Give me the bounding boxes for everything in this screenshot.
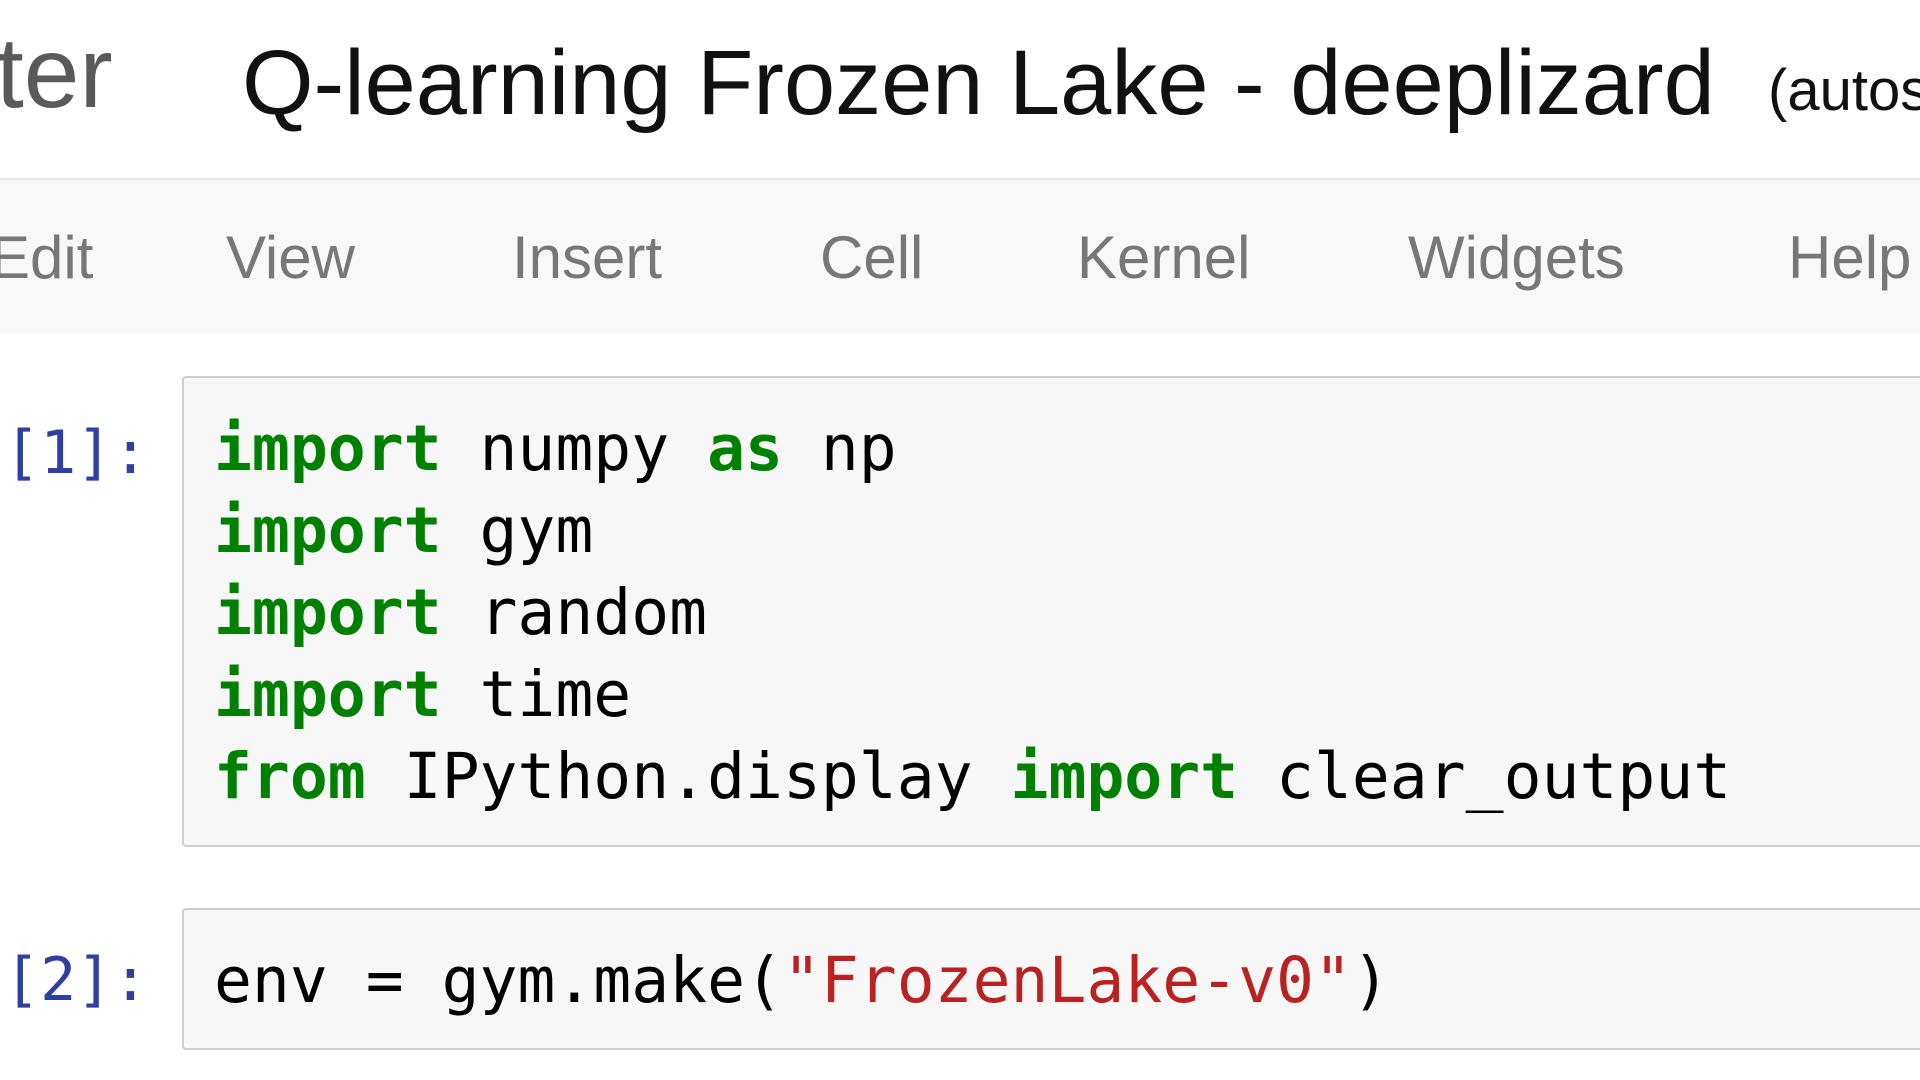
code-text: IPython.display (365, 740, 1011, 813)
notebook-container: [1]: import numpy as np import gym import … (0, 334, 1920, 1080)
code-editor[interactable]: import numpy as np import gym import rando… (214, 408, 1731, 818)
notebook-title[interactable]: Q-learning Frozen Lake - deeplizard (242, 18, 1715, 148)
cell-prompt: [1]: (4, 418, 149, 488)
code-keyword: import (214, 658, 442, 731)
menu-insert[interactable]: Insert (512, 220, 662, 296)
menu-help[interactable]: Help (1788, 220, 1911, 296)
code-keyword: import (214, 576, 442, 649)
code-cell[interactable]: env = gym.make("FrozenLake-v0") (182, 908, 1920, 1050)
code-text: env = gym.make( (214, 944, 783, 1017)
autosave-status: (autos (1768, 58, 1920, 123)
code-text: time (441, 658, 632, 731)
code-line: env = gym.make("FrozenLake-v0") (214, 940, 1390, 1022)
code-keyword: as (707, 412, 783, 485)
code-line: from IPython.display import clear_output (214, 736, 1731, 818)
code-keyword: import (214, 494, 442, 567)
code-text: ) (1351, 944, 1390, 1017)
code-cell[interactable]: import numpy as np import gym import rando… (182, 376, 1920, 847)
code-line: import gym (214, 490, 1731, 572)
code-text: random (441, 576, 708, 649)
menu-view[interactable]: View (226, 220, 355, 296)
jupyter-logo[interactable]: ter (0, 8, 113, 138)
code-text: clear_output (1238, 740, 1732, 813)
code-keyword: import (1010, 740, 1239, 813)
menubar: Edit View Insert Cell Kernel Widgets Hel… (0, 178, 1920, 336)
notebook-header: ter Q-learning Frozen Lake - deeplizard … (0, 0, 1920, 178)
code-line: import numpy as np (214, 408, 1731, 490)
code-string: "FrozenLake-v0" (782, 944, 1352, 1017)
code-keyword: from (214, 740, 366, 813)
code-text: np (782, 412, 897, 485)
code-text: numpy (441, 412, 708, 485)
code-editor[interactable]: env = gym.make("FrozenLake-v0") (214, 940, 1390, 1022)
menu-cell[interactable]: Cell (820, 220, 923, 296)
code-line: import random (214, 572, 1731, 654)
code-text: gym (441, 494, 594, 567)
code-line: import time (214, 654, 1731, 736)
code-keyword: import (214, 412, 442, 485)
cell-prompt: [2]: (4, 945, 149, 1015)
menu-kernel[interactable]: Kernel (1077, 220, 1250, 296)
menu-edit[interactable]: Edit (0, 220, 93, 296)
menu-widgets[interactable]: Widgets (1408, 220, 1625, 296)
